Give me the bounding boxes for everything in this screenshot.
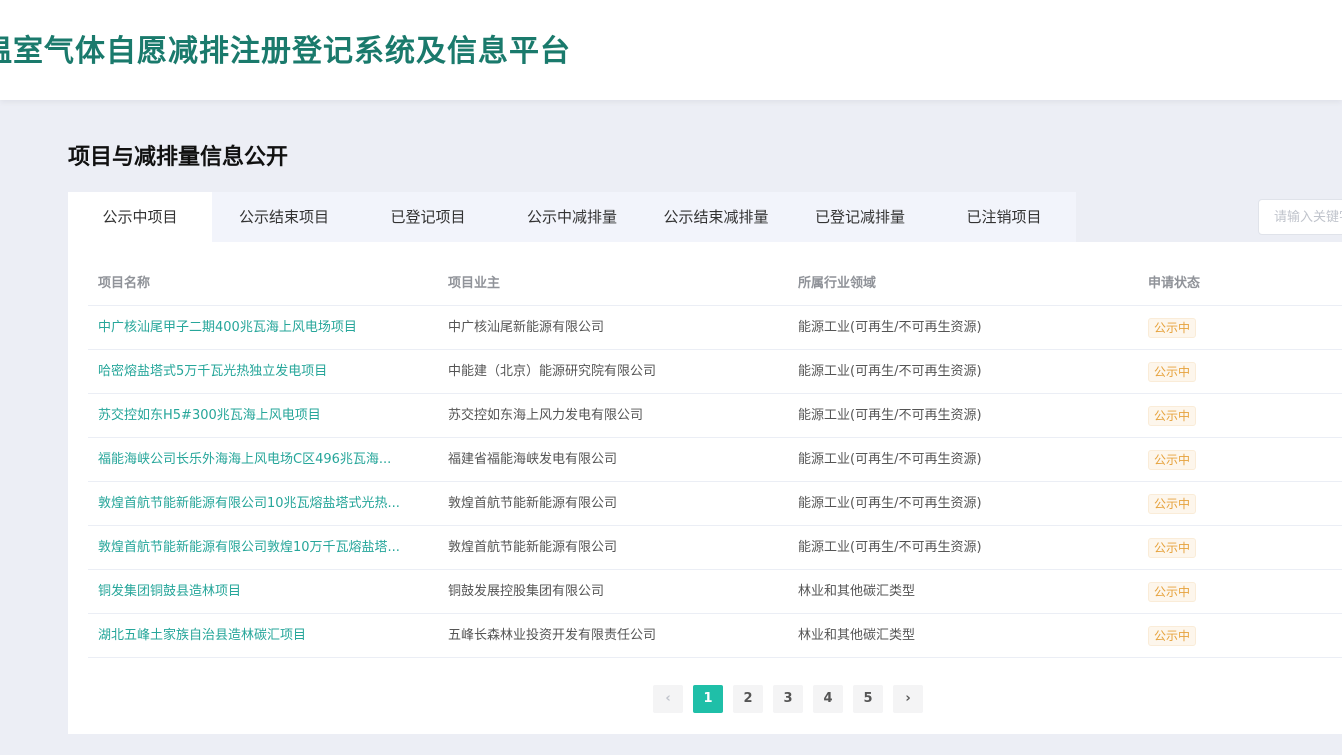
project-industry: 能源工业(可再生/不可再生资源) — [798, 496, 982, 511]
status-badge: 公示中 — [1148, 405, 1197, 426]
project-name-link[interactable]: 苏交控如东H5#300兆瓦海上风电项目 — [98, 394, 428, 437]
tab-publicity-ended-projects[interactable]: 公示结束项目 — [212, 192, 356, 242]
tab-publicizing-reductions[interactable]: 公示中减排量 — [500, 192, 644, 242]
project-owner: 敦煌首航节能新能源有限公司 — [448, 496, 618, 511]
project-industry: 能源工业(可再生/不可再生资源) — [798, 408, 982, 423]
project-owner: 铜鼓发展控股集团有限公司 — [448, 584, 605, 599]
page-button-1[interactable]: 1 — [693, 685, 723, 713]
prev-page-button[interactable]: ‹ — [653, 685, 683, 713]
status-cell: 公示中 — [1148, 350, 1328, 393]
project-owner: 福建省福能海峡发电有限公司 — [448, 452, 618, 467]
project-name-link[interactable]: 中广核汕尾甲子二期400兆瓦海上风电场项目 — [98, 306, 428, 349]
table-row: 湖北五峰土家族自治县造林碳汇项目 五峰长森林业投资开发有限责任公司 林业和其他碳… — [88, 614, 1342, 658]
project-industry: 林业和其他碳汇类型 — [798, 628, 916, 643]
page-button-2[interactable]: 2 — [733, 685, 763, 713]
project-owner: 中广核汕尾新能源有限公司 — [448, 320, 605, 335]
status-cell: 公示中 — [1148, 482, 1328, 525]
status-badge: 公示中 — [1148, 449, 1197, 470]
results-panel: 项目名称 项目业主 所属行业领域 申请状态 中广核汕尾甲子二期400兆瓦海上风电… — [68, 242, 1342, 734]
project-name-link[interactable]: 湖北五峰土家族自治县造林碳汇项目 — [98, 614, 428, 657]
project-industry: 能源工业(可再生/不可再生资源) — [798, 364, 982, 379]
project-name-link[interactable]: 铜发集团铜鼓县造林项目 — [98, 570, 428, 613]
project-name-link[interactable]: 敦煌首航节能新能源有限公司敦煌10万千瓦熔盐塔... — [98, 526, 428, 569]
page-button-5[interactable]: 5 — [853, 685, 883, 713]
project-industry: 能源工业(可再生/不可再生资源) — [798, 452, 982, 467]
status-cell: 公示中 — [1148, 614, 1328, 657]
page-button-3[interactable]: 3 — [773, 685, 803, 713]
status-badge: 公示中 — [1148, 537, 1197, 558]
table-row: 福能海峡公司长乐外海海上风电场C区496兆瓦海... 福建省福能海峡发电有限公司… — [88, 438, 1342, 482]
project-industry: 林业和其他碳汇类型 — [798, 584, 916, 599]
status-badge: 公示中 — [1148, 317, 1197, 338]
table-row: 敦煌首航节能新能源有限公司敦煌10万千瓦熔盐塔... 敦煌首航节能新能源有限公司… — [88, 526, 1342, 570]
project-name-link[interactable]: 敦煌首航节能新能源有限公司10兆瓦熔盐塔式光热... — [98, 482, 428, 525]
table-row: 哈密熔盐塔式5万千瓦光热独立发电项目 中能建（北京）能源研究院有限公司 能源工业… — [88, 350, 1342, 394]
table-row: 铜发集团铜鼓县造林项目 铜鼓发展控股集团有限公司 林业和其他碳汇类型 公示中 — [88, 570, 1342, 614]
status-badge: 公示中 — [1148, 493, 1197, 514]
status-badge: 公示中 — [1148, 581, 1197, 602]
project-industry: 能源工业(可再生/不可再生资源) — [798, 320, 982, 335]
table-row: 苏交控如东H5#300兆瓦海上风电项目 苏交控如东海上风力发电有限公司 能源工业… — [88, 394, 1342, 438]
search-input[interactable] — [1258, 199, 1342, 235]
table-row: 中广核汕尾甲子二期400兆瓦海上风电场项目 中广核汕尾新能源有限公司 能源工业(… — [88, 306, 1342, 350]
tab-registered-reductions[interactable]: 已登记减排量 — [788, 192, 932, 242]
column-header-status: 申请状态 — [1148, 276, 1201, 291]
tab-publicity-ended-reductions[interactable]: 公示结束减排量 — [644, 192, 788, 242]
status-cell: 公示中 — [1148, 394, 1328, 437]
column-header-name: 项目名称 — [98, 276, 151, 291]
tab-bar: 公示中项目 公示结束项目 已登记项目 公示中减排量 公示结束减排量 已登记减排量… — [68, 192, 1076, 242]
column-header-owner: 项目业主 — [448, 276, 501, 291]
status-badge: 公示中 — [1148, 625, 1197, 646]
status-badge: 公示中 — [1148, 361, 1197, 382]
tab-registered-projects[interactable]: 已登记项目 — [356, 192, 500, 242]
project-owner: 敦煌首航节能新能源有限公司 — [448, 540, 618, 555]
status-cell: 公示中 — [1148, 526, 1328, 569]
project-owner: 中能建（北京）能源研究院有限公司 — [448, 364, 657, 379]
table-row: 敦煌首航节能新能源有限公司10兆瓦熔盐塔式光热... 敦煌首航节能新能源有限公司… — [88, 482, 1342, 526]
status-cell: 公示中 — [1148, 438, 1328, 481]
column-header-industry: 所属行业领域 — [798, 276, 877, 291]
project-name-link[interactable]: 哈密熔盐塔式5万千瓦光热独立发电项目 — [98, 350, 428, 393]
page-button-4[interactable]: 4 — [813, 685, 843, 713]
project-name-link[interactable]: 福能海峡公司长乐外海海上风电场C区496兆瓦海... — [98, 438, 428, 481]
project-industry: 能源工业(可再生/不可再生资源) — [798, 540, 982, 555]
tab-cancelled-projects[interactable]: 已注销项目 — [932, 192, 1076, 242]
tab-publicizing-projects[interactable]: 公示中项目 — [68, 192, 212, 242]
status-cell: 公示中 — [1148, 306, 1328, 349]
project-owner: 五峰长森林业投资开发有限责任公司 — [448, 628, 657, 643]
project-owner: 苏交控如东海上风力发电有限公司 — [448, 408, 644, 423]
site-title: 温室气体自愿减排注册登记系统及信息平台 — [0, 34, 571, 69]
table-header-row: 项目名称 项目业主 所属行业领域 申请状态 — [88, 262, 1342, 306]
site-header: 温室气体自愿减排注册登记系统及信息平台 — [0, 0, 1342, 100]
next-page-button[interactable]: › — [893, 685, 923, 713]
status-cell: 公示中 — [1148, 570, 1328, 613]
project-table: 项目名称 项目业主 所属行业领域 申请状态 中广核汕尾甲子二期400兆瓦海上风电… — [88, 262, 1342, 658]
page-title: 项目与减排量信息公开 — [68, 145, 289, 170]
pagination: ‹ 1 2 3 4 5 › — [653, 685, 923, 713]
